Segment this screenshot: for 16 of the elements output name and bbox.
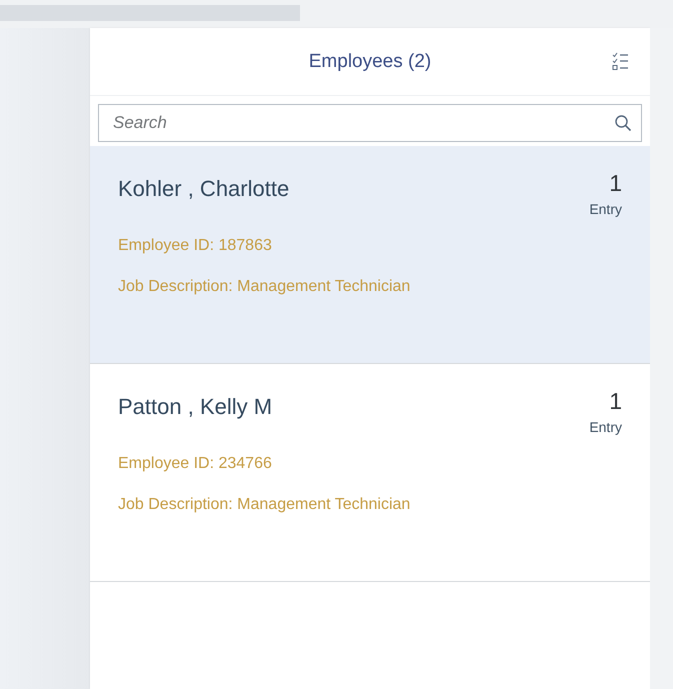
- checklist-icon[interactable]: [612, 52, 628, 72]
- job-description: Job Description: Management Technician: [118, 278, 410, 296]
- entry-label: Entry: [589, 419, 622, 435]
- list-title: Employees (2): [308, 50, 432, 72]
- employee-name: Patton , Kelly M: [118, 394, 272, 420]
- entry-count: 1: [609, 170, 622, 197]
- employee-id: Employee ID: 187863: [118, 237, 272, 255]
- employee-id: Employee ID: 234766: [118, 455, 272, 473]
- entry-label: Entry: [589, 201, 622, 217]
- job-description: Job Description: Management Technician: [118, 496, 410, 514]
- entry-count: 1: [609, 388, 622, 415]
- search-icon[interactable]: [614, 114, 632, 132]
- employee-name: Kohler , Charlotte: [118, 176, 290, 202]
- employee-list-item[interactable]: Patton , Kelly M 1 Entry Employee ID: 234766 Job Description: Management Technician: [90, 364, 650, 582]
- search-field[interactable]: Search: [98, 104, 642, 142]
- employee-list-item[interactable]: Kohler , Charlotte 1 Entry Employee ID: 187863 Job Description: Management Technician: [90, 146, 650, 364]
